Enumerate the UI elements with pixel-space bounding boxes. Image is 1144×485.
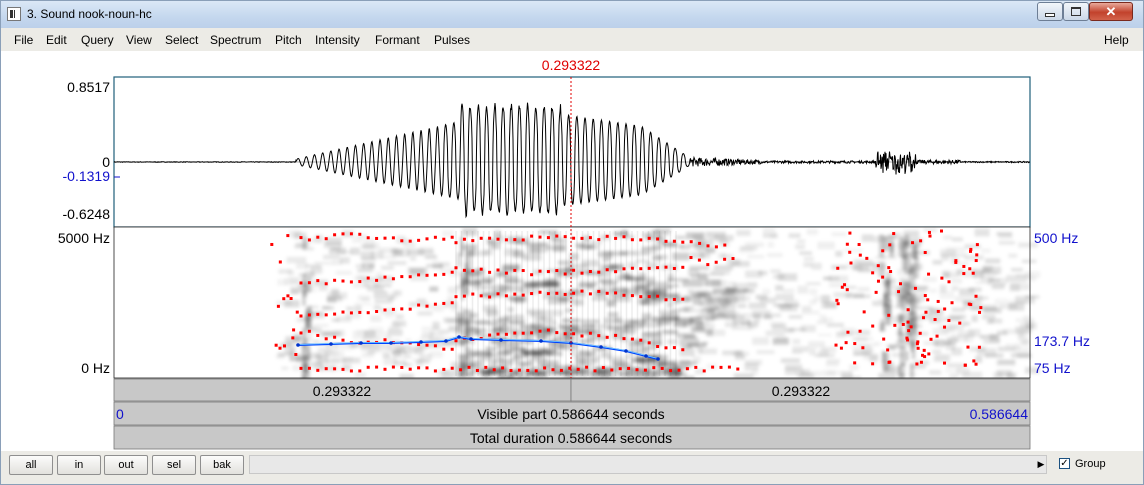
close-icon: ✕ bbox=[1105, 4, 1117, 19]
visible-start-label: 0 bbox=[116, 406, 124, 422]
group-label: Group bbox=[1075, 458, 1106, 470]
time-bar-right-label: 0.293322 bbox=[772, 383, 831, 399]
menu-pulses[interactable]: Pulses bbox=[434, 33, 470, 47]
editor-plot-area[interactable]: 0.293322 0.8517 0 -0.1319 -0.6248 5000 H… bbox=[1, 51, 1143, 451]
waveform-max-label: 0.8517 bbox=[67, 79, 110, 95]
sound-editor-canvas[interactable]: 0.293322 0.8517 0 -0.1319 -0.6248 5000 H… bbox=[1, 51, 1143, 451]
pitch-top-label: 500 Hz bbox=[1034, 230, 1078, 246]
minimize-button[interactable] bbox=[1037, 2, 1063, 21]
spectrogram-top-label: 5000 Hz bbox=[58, 230, 110, 246]
menu-edit[interactable]: Edit bbox=[46, 33, 67, 47]
window-title: 3. Sound nook-noun-hc bbox=[27, 7, 152, 21]
praat-app-icon bbox=[7, 7, 21, 21]
maximize-icon bbox=[1071, 7, 1081, 16]
pitch-value-label: 173.7 Hz bbox=[1034, 333, 1090, 349]
title-bar[interactable]: 3. Sound nook-noun-hc ✕ bbox=[1, 1, 1143, 28]
total-duration-label: Total duration 0.586644 seconds bbox=[470, 430, 672, 446]
time-scrollbar[interactable] bbox=[249, 455, 1047, 474]
visible-end-label: 0.586644 bbox=[970, 406, 1029, 422]
cursor-time-label: 0.293322 bbox=[542, 57, 601, 73]
menu-intensity[interactable]: Intensity bbox=[315, 33, 360, 47]
spectrogram-panel[interactable] bbox=[114, 227, 1041, 398]
zoom-out-button[interactable]: out bbox=[104, 455, 148, 475]
visible-part-label: Visible part 0.586644 seconds bbox=[477, 406, 664, 422]
menu-spectrum[interactable]: Spectrum bbox=[210, 33, 261, 47]
time-bar-left-label: 0.293322 bbox=[313, 383, 372, 399]
pitch-bottom-label: 75 Hz bbox=[1034, 360, 1071, 376]
bottom-toolbar: all in out sel bak ◀ ▶ ✓ Group bbox=[1, 451, 1143, 484]
zoom-back-button[interactable]: bak bbox=[200, 455, 244, 475]
menu-select[interactable]: Select bbox=[165, 33, 198, 47]
menu-bar: File Edit Query View Select Spectrum Pit… bbox=[1, 29, 1143, 51]
waveform-min-label: -0.6248 bbox=[63, 206, 111, 222]
menu-view[interactable]: View bbox=[126, 33, 152, 47]
spectrogram-bottom-label: 0 Hz bbox=[81, 360, 110, 376]
menu-help[interactable]: Help bbox=[1104, 33, 1129, 47]
scroll-right-arrow-icon[interactable]: ▶ bbox=[1034, 455, 1048, 474]
zoom-selection-button[interactable]: sel bbox=[152, 455, 196, 475]
zoom-in-button[interactable]: in bbox=[57, 455, 101, 475]
menu-pitch[interactable]: Pitch bbox=[275, 33, 302, 47]
group-checkbox[interactable]: ✓ bbox=[1059, 458, 1070, 469]
menu-query[interactable]: Query bbox=[81, 33, 114, 47]
praat-sound-window: 3. Sound nook-noun-hc ✕ File Edit Query … bbox=[0, 0, 1144, 485]
waveform-level-label: -0.1319 bbox=[63, 168, 111, 184]
maximize-button[interactable] bbox=[1063, 2, 1089, 21]
menu-formant[interactable]: Formant bbox=[375, 33, 420, 47]
close-button[interactable]: ✕ bbox=[1089, 2, 1133, 21]
minimize-icon bbox=[1045, 12, 1055, 17]
waveform-panel[interactable] bbox=[113, 76, 1031, 228]
menu-file[interactable]: File bbox=[14, 33, 33, 47]
zoom-all-button[interactable]: all bbox=[9, 455, 53, 475]
